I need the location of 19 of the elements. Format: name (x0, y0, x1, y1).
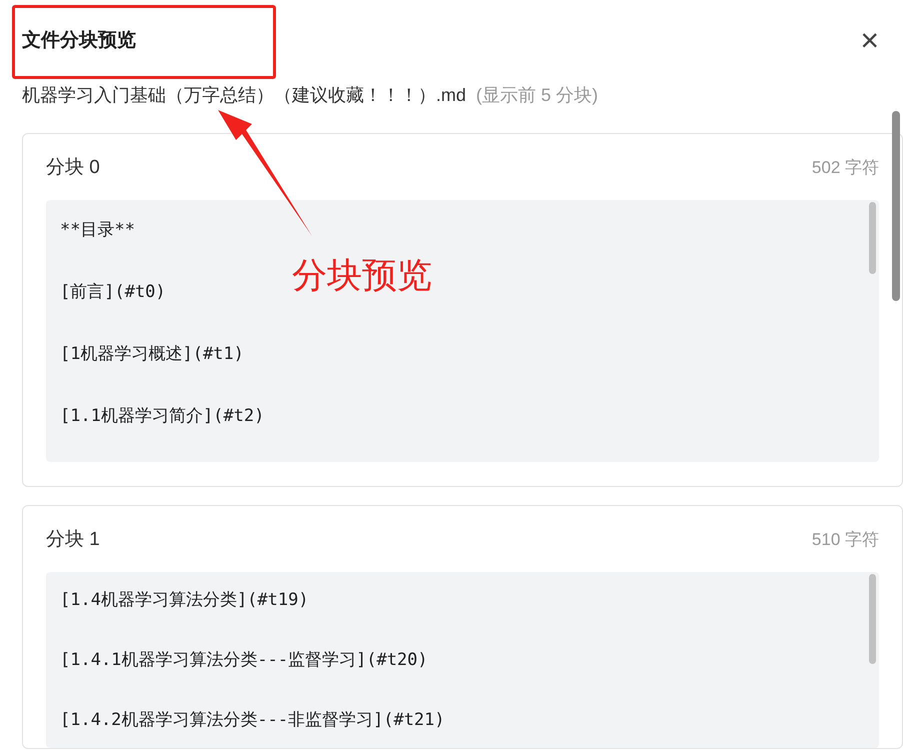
code-line: [1.4.1机器学习算法分类---监督学习](#t20) (60, 649, 428, 672)
code-line: [前言](#t0) (60, 281, 166, 304)
file-name: 机器学习入门基础（万字总结）（建议收藏！！！）.md (22, 84, 466, 107)
code-line: **目录** (60, 219, 135, 242)
scrollbar-thumb[interactable] (869, 202, 876, 274)
code-line: [1.4.2机器学习算法分类---非监督学习](#t21) (60, 709, 445, 732)
annotation-label: 分块预览 (292, 255, 432, 297)
scrollbar-thumb[interactable] (869, 574, 876, 664)
chunk-title: 分块 0 (46, 156, 100, 180)
scrollbar-thumb[interactable] (892, 111, 900, 301)
character-count: 502 字符 (812, 156, 879, 178)
code-line: [1.1机器学习简介](#t2) (60, 405, 264, 428)
chunk-count-note: (显示前 5 分块) (476, 84, 598, 107)
chunk-title: 分块 1 (46, 528, 100, 552)
close-button[interactable]: × (856, 24, 883, 56)
code-line: [1机器学习概述](#t1) (60, 343, 244, 366)
dialog-title: 文件分块预览 (22, 28, 136, 53)
character-count: 510 字符 (812, 528, 879, 550)
code-line: [1.4机器学习算法分类](#t19) (60, 589, 309, 612)
